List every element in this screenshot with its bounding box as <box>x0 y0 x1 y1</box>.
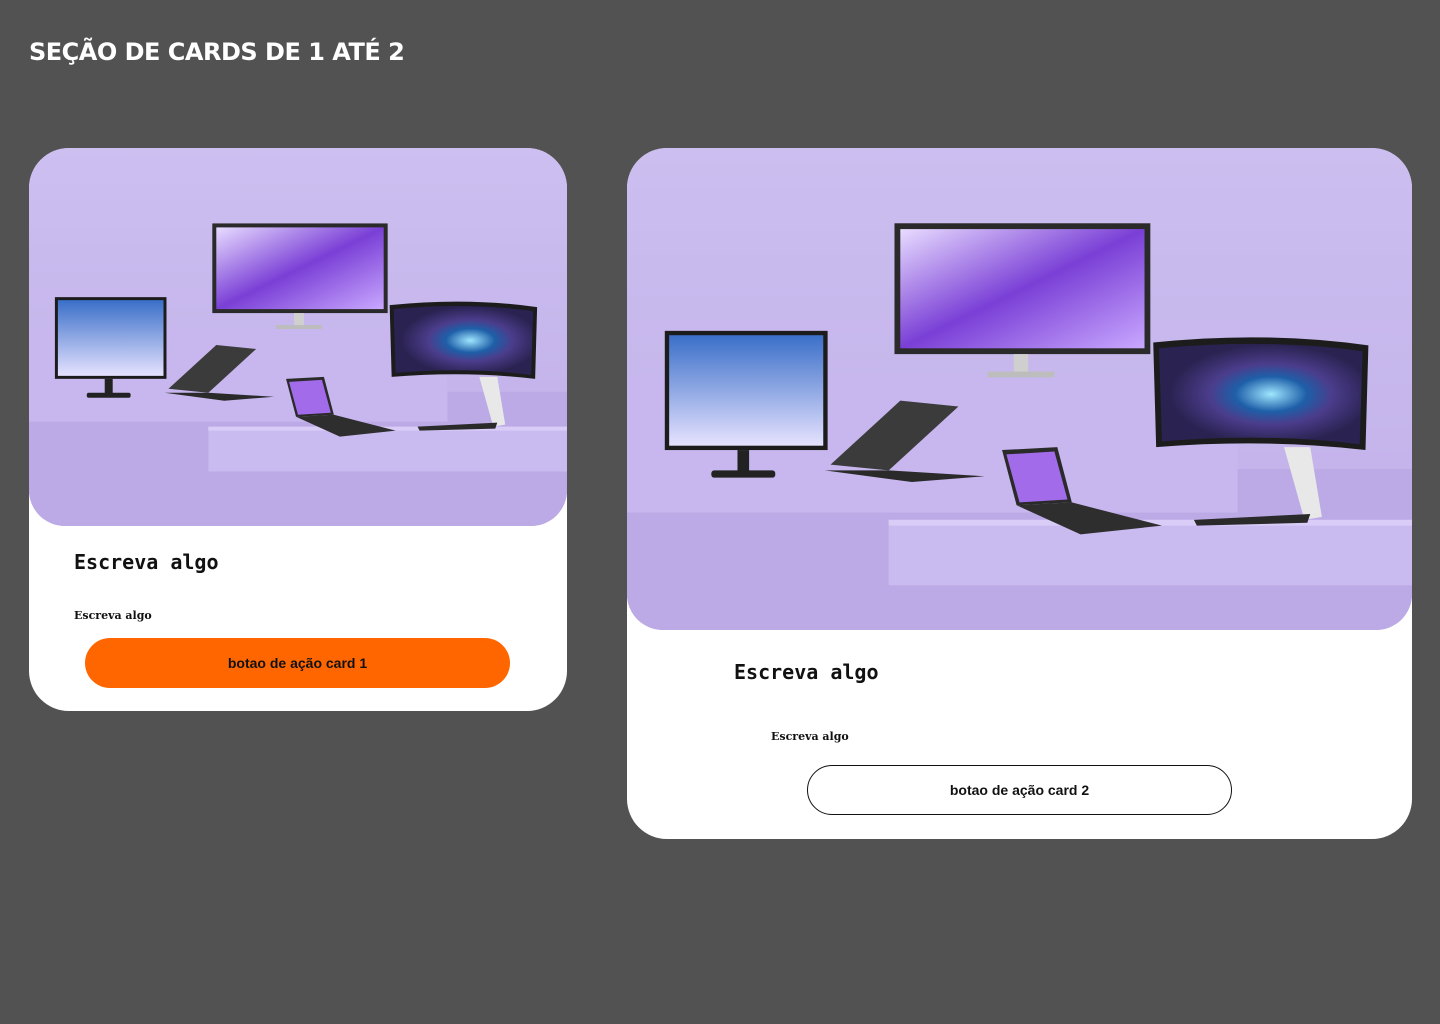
card-2-action-button[interactable]: botao de ação card 2 <box>807 765 1232 815</box>
card-2-text: Escreva algo <box>771 730 849 743</box>
product-scene-image <box>29 148 567 526</box>
card-2: Escreva algo Escreva algo botao de ação … <box>627 148 1412 839</box>
card-1-action-button[interactable]: botao de ação card 1 <box>85 638 510 688</box>
card-1-heading: Escreva algo <box>74 550 219 574</box>
card-1-image <box>29 148 567 526</box>
card-1-text: Escreva algo <box>74 609 152 622</box>
card-2-image <box>627 148 1412 630</box>
card-2-heading: Escreva algo <box>734 660 879 684</box>
card-1: Escreva algo Escreva algo botao de ação … <box>29 148 567 711</box>
product-scene-image <box>627 148 1412 630</box>
section-title: Seção de cards de 1 até 2 <box>29 38 405 66</box>
